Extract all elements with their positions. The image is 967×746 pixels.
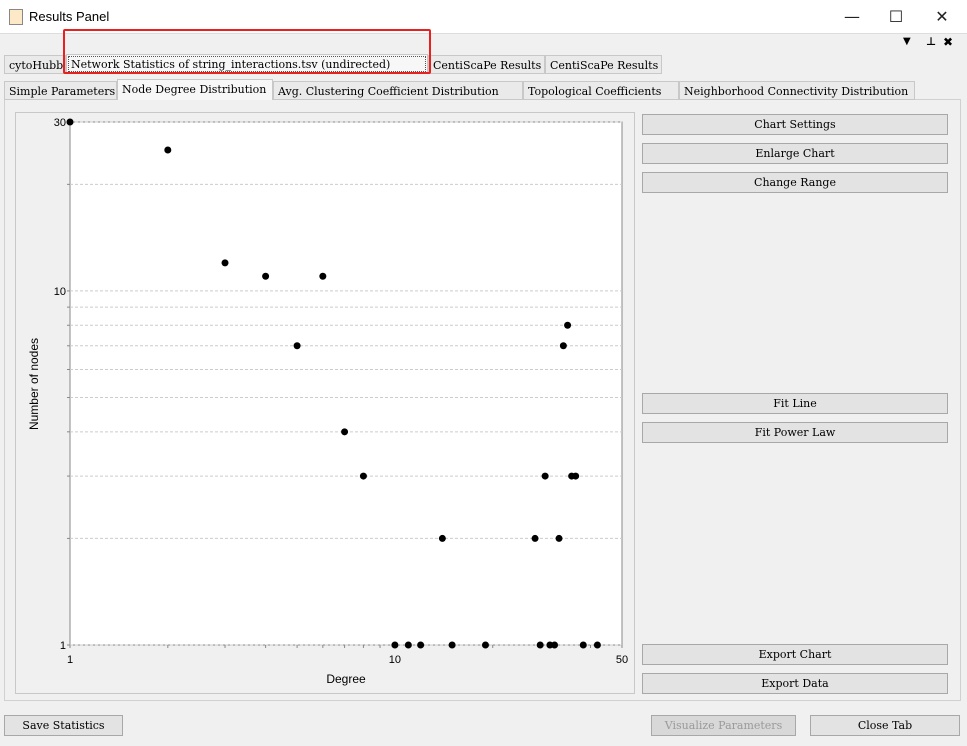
data-point [293,342,301,350]
x-tick-label: 10 [389,654,401,666]
data-point [536,641,544,649]
degree-distribution-chart: 1 10 50 1 10 30 Degree Number of nodes [27,117,628,686]
data-point [391,641,399,649]
y-tick-label: 30 [54,117,66,129]
data-point [262,272,270,280]
chart-settings-button[interactable]: Chart Settings [642,114,948,135]
data-point [66,118,74,126]
data-point [579,641,587,649]
data-point [481,641,489,649]
x-tick-label: 50 [616,654,628,666]
data-point [564,321,572,329]
enlarge-chart-button[interactable]: Enlarge Chart [642,143,948,164]
data-point [164,146,172,154]
data-point [341,428,349,436]
data-point [551,641,559,649]
x-tick-label: 1 [67,654,73,666]
y-tick-label: 1 [60,640,66,652]
data-point [438,534,446,542]
fit-line-button[interactable]: Fit Line [642,393,948,414]
export-chart-button[interactable]: Export Chart [642,644,948,665]
x-axis-label: Degree [326,672,366,686]
data-point [555,534,563,542]
save-statistics-button[interactable]: Save Statistics [4,715,123,736]
close-tab-button[interactable]: Close Tab [810,715,960,736]
visualize-parameters-button: Visualize Parameters [651,715,796,736]
data-point [359,472,367,480]
data-point [593,641,601,649]
data-point [417,641,425,649]
data-point [541,472,549,480]
data-point [559,342,567,350]
change-range-button[interactable]: Change Range [642,172,948,193]
data-point [531,534,539,542]
data-point [448,641,456,649]
data-point [221,259,229,267]
fit-power-law-button[interactable]: Fit Power Law [642,422,948,443]
plot-area [69,121,623,646]
y-tick-label: 10 [54,286,66,298]
export-data-button[interactable]: Export Data [642,673,948,694]
data-point [404,641,412,649]
data-point [572,472,580,480]
data-point [319,272,327,280]
y-axis-label: Number of nodes [27,338,41,430]
